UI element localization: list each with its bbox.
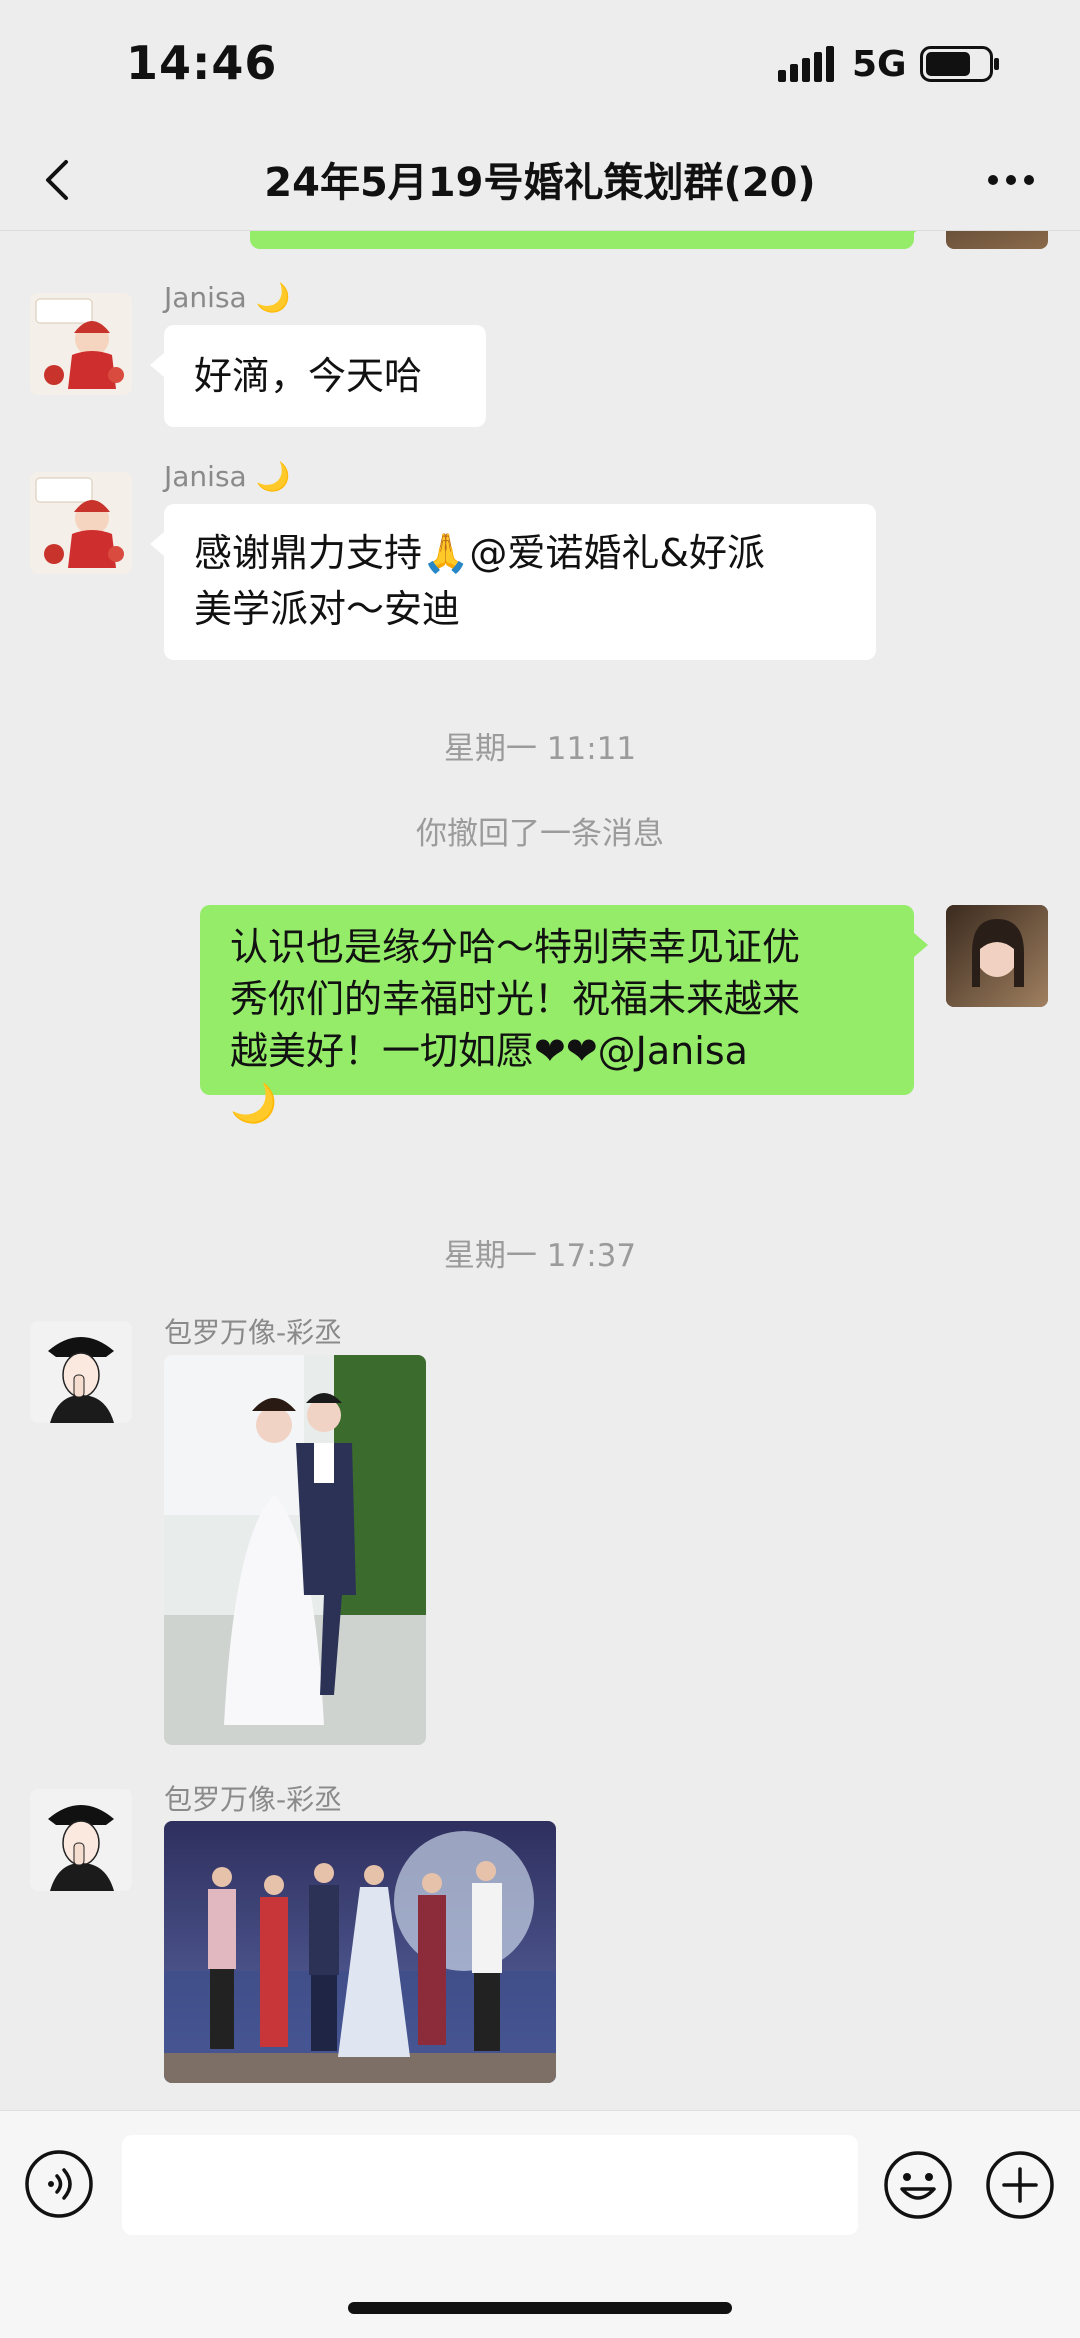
battery-icon [920, 46, 999, 82]
message-text-line: 认识也是缘分哈～特别荣幸见证优 [230, 925, 801, 969]
more-options-button[interactable] [976, 152, 1046, 208]
janisa-avatar[interactable] [30, 293, 132, 395]
back-button[interactable] [30, 146, 90, 214]
message-bubble[interactable]: 感谢鼎力支持🙏@爱诺婚礼&好派 美学派对～安迪 [150, 504, 876, 660]
message-text-line: 美学派对～安迪 [194, 587, 461, 631]
message-text-line: 感谢鼎力支持🙏@爱诺婚礼&好派 [194, 531, 765, 575]
janisa-avatar[interactable] [30, 472, 132, 574]
family-group-photo[interactable] [164, 1821, 556, 2083]
timestamp: 星期一 11:11 [443, 731, 637, 767]
message-text-line: 越美好！一切如愿❤❤@Janisa [230, 1029, 748, 1073]
sender-name: Janisa 🌙 [164, 281, 291, 314]
voice-input-button[interactable] [24, 2149, 94, 2219]
message-text-line: 🌙 [230, 1081, 278, 1125]
signal-icon [778, 46, 834, 82]
baoluo-avatar[interactable] [30, 1789, 132, 1891]
sender-name: 包罗万像-彩丞 [164, 1316, 343, 1349]
emoji-button[interactable] [882, 2149, 954, 2221]
outgoing-message-bubble[interactable]: 认识也是缘分哈～特别荣幸见证优 秀你们的幸福时光！祝福未来越来 越美好！一切如愿… [200, 905, 928, 1125]
message-input[interactable] [122, 2135, 858, 2235]
my-avatar-partial[interactable] [946, 231, 1048, 249]
wedding-couple-photo[interactable] [164, 1355, 426, 1745]
previous-outgoing-bubble[interactable] [250, 231, 928, 249]
status-bar: 14:46 5G [0, 0, 1080, 130]
home-indicator[interactable] [348, 2302, 732, 2314]
network-type: 5G [852, 44, 907, 85]
timestamp: 星期一 17:37 [443, 1238, 637, 1274]
chat-message-list[interactable]: Janisa 🌙 好滴，今天哈 Janisa 🌙 感谢鼎力支持🙏@爱诺婚礼&好派… [0, 231, 1080, 2111]
sender-name: 包罗万像-彩丞 [164, 1783, 343, 1816]
status-time: 14:46 [126, 36, 278, 90]
message-bubble[interactable]: 好滴，今天哈 [150, 325, 486, 427]
more-functions-button[interactable] [984, 2149, 1056, 2221]
chat-header: 24年5月19号婚礼策划群(20) [0, 130, 1080, 231]
system-message: 你撤回了一条消息 [416, 816, 664, 852]
baoluo-avatar[interactable] [30, 1321, 132, 1423]
sender-name: Janisa 🌙 [164, 460, 291, 493]
message-text-line: 秀你们的幸福时光！祝福未来越来 [230, 977, 801, 1021]
my-avatar[interactable] [946, 905, 1048, 1007]
chat-title: 24年5月19号婚礼策划群(20) [264, 160, 816, 206]
input-bar [0, 2110, 1080, 2338]
